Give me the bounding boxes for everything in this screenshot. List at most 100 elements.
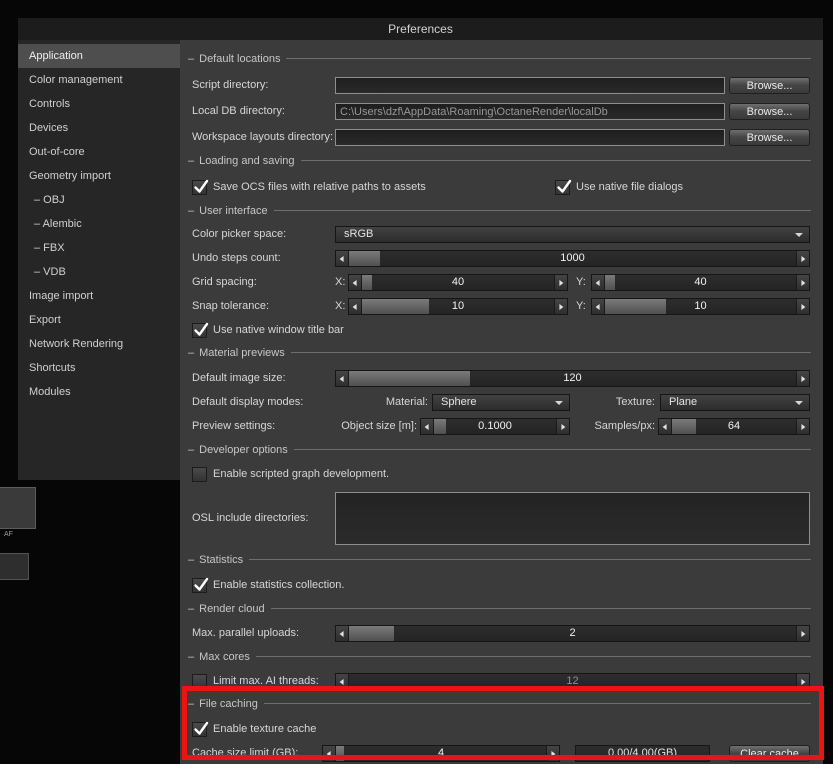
- script-directory-row: Script directory: Browse...: [180, 77, 823, 94]
- workspace-layouts-directory-input[interactable]: [335, 129, 725, 146]
- slider-increment-arrow-icon[interactable]: [554, 275, 567, 290]
- background-node-label: AF: [4, 531, 13, 538]
- slider-track[interactable]: 0.1000: [434, 419, 556, 434]
- sidebar-item-shortcuts[interactable]: Shortcuts: [18, 356, 180, 380]
- native-title-bar-row: Use native window title bar: [180, 322, 823, 339]
- max-parallel-uploads-value: 2: [569, 627, 576, 639]
- enable-statistics-collection-checkbox[interactable]: [192, 577, 209, 593]
- slider-increment-arrow-icon[interactable]: [796, 626, 809, 641]
- color-picker-space-dropdown[interactable]: sRGB: [335, 226, 810, 243]
- sidebar-item-devices[interactable]: Devices: [18, 116, 180, 140]
- save-ocs-relative-paths-checkbox[interactable]: [192, 179, 209, 195]
- sidebar-item-network-rendering[interactable]: Network Rendering: [18, 332, 180, 356]
- undo-steps-value: 1000: [560, 252, 585, 264]
- checkmark-icon: [194, 577, 209, 591]
- slider-track[interactable]: 2: [349, 626, 796, 641]
- slider-increment-arrow-icon[interactable]: [554, 299, 567, 314]
- slider-increment-arrow-icon[interactable]: [556, 419, 569, 434]
- local-db-directory-input[interactable]: [335, 103, 725, 120]
- grid-spacing-x-label: X:: [335, 276, 346, 288]
- slider-decrement-arrow-icon[interactable]: [349, 299, 362, 314]
- object-size-slider[interactable]: 0.1000: [420, 418, 570, 435]
- script-directory-browse-button[interactable]: Browse...: [729, 77, 810, 94]
- sidebar-item-fbx[interactable]: – FBX: [18, 236, 180, 260]
- slider-track[interactable]: 10: [362, 299, 554, 314]
- section-title: User interface: [199, 204, 268, 217]
- slider-increment-arrow-icon[interactable]: [796, 251, 809, 266]
- undo-steps-label: Undo steps count:: [192, 252, 281, 264]
- section-default-locations: Default locations: [188, 52, 811, 65]
- sidebar-item-controls[interactable]: Controls: [18, 92, 180, 116]
- statistics-collection-row: Enable statistics collection.: [180, 577, 823, 594]
- samples-per-px-slider[interactable]: 64: [658, 418, 810, 435]
- use-native-window-title-bar-label: Use native window title bar: [213, 324, 344, 336]
- use-native-file-dialogs-checkbox[interactable]: [555, 179, 572, 195]
- color-picker-space-label: Color picker space:: [192, 228, 287, 240]
- dialog-title: Preferences: [388, 22, 453, 36]
- preview-settings-row: Preview settings: Object size [m]: 0.100…: [180, 418, 823, 435]
- enable-scripted-graph-label: Enable scripted graph development.: [213, 468, 390, 480]
- grid-spacing-x-slider[interactable]: 40: [348, 274, 568, 291]
- sidebar-item-application[interactable]: Application: [18, 44, 180, 68]
- texture-display-mode-dropdown[interactable]: Plane: [660, 394, 810, 411]
- scripted-graph-row: Enable scripted graph development.: [180, 466, 823, 483]
- texture-display-mode-value: Plane: [669, 396, 698, 408]
- use-native-file-dialogs-label: Use native file dialogs: [576, 181, 684, 193]
- grid-spacing-y-slider[interactable]: 40: [591, 274, 810, 291]
- slider-decrement-arrow-icon[interactable]: [592, 299, 605, 314]
- section-title: Max cores: [199, 650, 250, 663]
- slider-decrement-arrow-icon[interactable]: [336, 251, 349, 266]
- local-db-directory-browse-button[interactable]: Browse...: [729, 103, 810, 120]
- snap-tolerance-y-slider[interactable]: 10: [591, 298, 810, 315]
- slider-increment-arrow-icon[interactable]: [796, 275, 809, 290]
- workspace-layouts-browse-button[interactable]: Browse...: [729, 129, 810, 146]
- local-db-directory-row: Local DB directory: Browse...: [180, 103, 823, 120]
- snap-tolerance-label: Snap tolerance:: [192, 300, 270, 312]
- grid-spacing-row: Grid spacing: X: 40 Y: 40: [180, 274, 823, 291]
- material-display-mode-dropdown[interactable]: Sphere: [432, 394, 570, 411]
- sidebar-item-obj[interactable]: – OBJ: [18, 188, 180, 212]
- slider-increment-arrow-icon[interactable]: [796, 299, 809, 314]
- slider-track[interactable]: 1000: [349, 251, 796, 266]
- slider-increment-arrow-icon[interactable]: [796, 419, 809, 434]
- sidebar-item-image-import[interactable]: Image import: [18, 284, 180, 308]
- slider-decrement-arrow-icon[interactable]: [336, 626, 349, 641]
- sidebar-item-alembic[interactable]: – Alembic: [18, 212, 180, 236]
- sidebar-item-export[interactable]: Export: [18, 308, 180, 332]
- slider-decrement-arrow-icon[interactable]: [659, 419, 672, 434]
- enable-statistics-collection-label: Enable statistics collection.: [213, 579, 345, 591]
- slider-decrement-arrow-icon[interactable]: [349, 275, 362, 290]
- max-parallel-uploads-slider[interactable]: 2: [335, 625, 810, 642]
- slider-decrement-arrow-icon[interactable]: [336, 371, 349, 386]
- undo-steps-slider[interactable]: 1000: [335, 250, 810, 267]
- sidebar-item-out-of-core[interactable]: Out-of-core: [18, 140, 180, 164]
- slider-track[interactable]: 40: [605, 275, 796, 290]
- dialog-title-bar[interactable]: Preferences: [18, 18, 823, 40]
- enable-scripted-graph-checkbox[interactable]: [192, 467, 207, 482]
- snap-tolerance-x-slider[interactable]: 10: [348, 298, 568, 315]
- slider-increment-arrow-icon[interactable]: [796, 371, 809, 386]
- snap-tolerance-x-label: X:: [335, 300, 346, 312]
- slider-track[interactable]: 120: [349, 371, 796, 386]
- material-mode-label: Material:: [385, 396, 428, 408]
- sidebar-item-vdb[interactable]: – VDB: [18, 260, 180, 284]
- preview-settings-label: Preview settings:: [192, 420, 276, 432]
- sidebar-item-geometry-import[interactable]: Geometry import: [18, 164, 180, 188]
- slider-decrement-arrow-icon[interactable]: [592, 275, 605, 290]
- osl-include-directories-input[interactable]: [335, 492, 810, 545]
- section-material-previews: Material previews: [188, 346, 811, 359]
- slider-track[interactable]: 10: [605, 299, 796, 314]
- sidebar-item-modules[interactable]: Modules: [18, 380, 180, 404]
- script-directory-label: Script directory:: [192, 79, 269, 91]
- default-image-size-slider[interactable]: 120: [335, 370, 810, 387]
- use-native-window-title-bar-checkbox[interactable]: [192, 322, 209, 338]
- samples-per-px-value: 64: [727, 420, 741, 432]
- slider-track[interactable]: 64: [672, 419, 796, 434]
- section-developer-options: Developer options: [188, 443, 811, 456]
- slider-track[interactable]: 40: [362, 275, 554, 290]
- script-directory-input[interactable]: [335, 77, 725, 94]
- undo-steps-row: Undo steps count: 1000: [180, 250, 823, 267]
- annotation-highlight-box: [182, 686, 824, 760]
- sidebar-item-color-management[interactable]: Color management: [18, 68, 180, 92]
- slider-decrement-arrow-icon[interactable]: [421, 419, 434, 434]
